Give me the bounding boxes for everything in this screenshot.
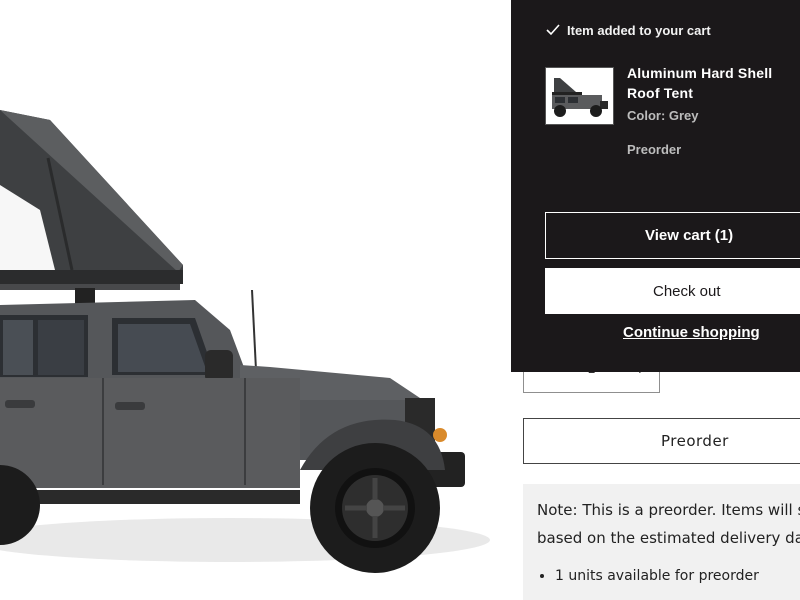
list-item: 1 units available for preorder — [555, 566, 800, 586]
cart-item-thumbnail — [545, 67, 614, 125]
jeep-tent-illustration — [0, 110, 490, 573]
cart-notification: Item added to your cart Aluminum Hard Sh… — [511, 0, 800, 372]
checkout-button[interactable]: Check out — [545, 268, 800, 314]
preorder-note: Note: This is a preorder. Items will shi… — [523, 484, 800, 600]
cart-item-color: Color: Grey — [627, 108, 699, 123]
continue-shopping-link[interactable]: Continue shopping — [623, 324, 760, 341]
preorder-note-line-2: based on the estimated delivery date. — [537, 529, 800, 547]
product-page: − 1 + Preorder Note: This is a preorder.… — [0, 0, 800, 600]
jeep-thumbnail-icon — [552, 78, 608, 117]
cart-added-text: Item added to your cart — [567, 22, 711, 38]
view-cart-button[interactable]: View cart (1) — [545, 212, 800, 259]
preorder-note-list: 1 units available for preorder — [537, 566, 800, 586]
preorder-note-line-1: Note: This is a preorder. Items will shi… — [537, 501, 800, 519]
product-image — [0, 0, 490, 600]
check-icon — [546, 24, 560, 36]
cart-item-name: Aluminum Hard Shell Roof Tent — [627, 65, 773, 101]
preorder-note-text: Note: This is a preorder. Items will shi… — [537, 496, 800, 552]
cart-item-status: Preorder — [627, 142, 682, 157]
cart-added-message: Item added to your cart — [545, 22, 711, 38]
preorder-button[interactable]: Preorder — [523, 418, 800, 464]
